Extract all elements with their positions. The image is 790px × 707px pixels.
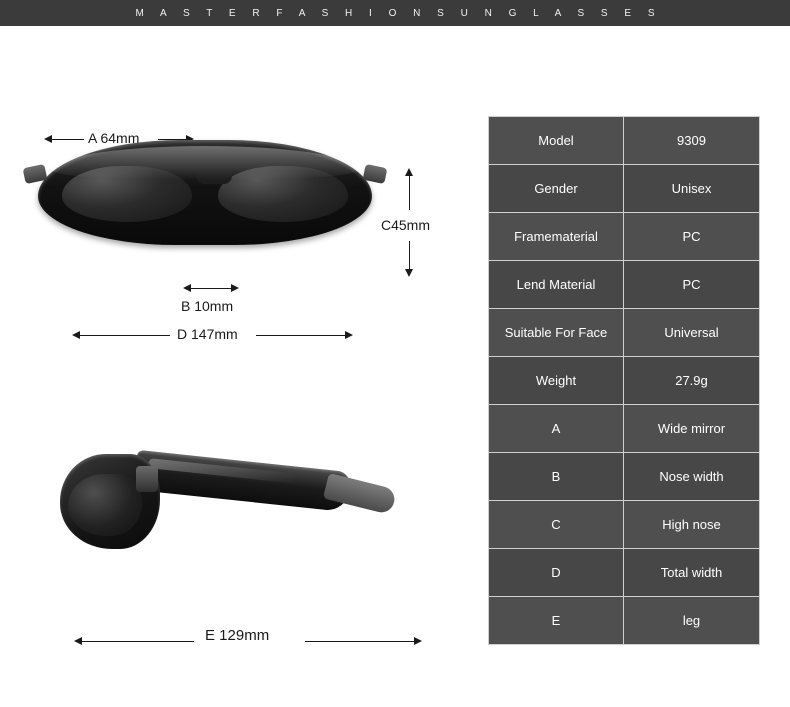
spec-key: B	[489, 453, 624, 500]
front-view-lens-right	[218, 166, 348, 222]
spec-value: 27.9g	[624, 357, 759, 404]
sunglasses-side-view	[40, 426, 400, 566]
dimension-e-line-right	[305, 641, 415, 642]
dimension-c-label: C45mm	[381, 217, 431, 233]
dimension-d-line-left	[80, 335, 170, 336]
spec-value: Total width	[624, 549, 759, 596]
spec-value: Wide mirror	[624, 405, 759, 452]
table-row: Suitable For Face Universal	[489, 309, 759, 357]
table-row: D Total width	[489, 549, 759, 597]
spec-key: Model	[489, 117, 624, 164]
dimension-c-arrow-down	[405, 269, 413, 277]
dimension-d-label: D 147mm	[177, 326, 238, 342]
table-row: Gender Unisex	[489, 165, 759, 213]
spec-key: Lend Material	[489, 261, 624, 308]
side-view-hinge	[136, 466, 158, 492]
table-row: C High nose	[489, 501, 759, 549]
sunglasses-front-view	[22, 136, 388, 256]
spec-key: D	[489, 549, 624, 596]
dimension-b-arrow-left	[183, 284, 191, 292]
dimension-b-line	[190, 288, 232, 289]
dimension-e-line-left	[82, 641, 194, 642]
spec-value: Unisex	[624, 165, 759, 212]
spec-value: 9309	[624, 117, 759, 164]
spec-value: Universal	[624, 309, 759, 356]
table-row: B Nose width	[489, 453, 759, 501]
front-view-bridge	[196, 170, 232, 184]
product-illustration-pane: A 64mm C45mm B 10mm D 147mm E 129mm	[0, 26, 470, 681]
banner-title: M A S T E R F A S H I O N S U N G L A S …	[135, 7, 662, 19]
dimension-e-label: E 129mm	[205, 627, 270, 644]
dimension-e-arrow-left	[74, 637, 82, 645]
dimension-c-arrow-up	[405, 168, 413, 176]
side-view-lens	[68, 474, 142, 536]
spec-key: Suitable For Face	[489, 309, 624, 356]
spec-value: High nose	[624, 501, 759, 548]
bottom-spacer	[0, 681, 790, 707]
table-row: Model 9309	[489, 117, 759, 165]
table-row: Weight 27.9g	[489, 357, 759, 405]
side-view-temple-arm	[133, 449, 352, 513]
top-banner: M A S T E R F A S H I O N S U N G L A S …	[0, 0, 790, 26]
spec-key: C	[489, 501, 624, 548]
dimension-c-line-top	[409, 174, 410, 210]
table-row: Framematerial PC	[489, 213, 759, 261]
spec-value: PC	[624, 213, 759, 260]
dimension-d-arrow-right	[345, 331, 353, 339]
spec-value: PC	[624, 261, 759, 308]
spec-value: leg	[624, 597, 759, 644]
spec-key: Framematerial	[489, 213, 624, 260]
dimension-c-line-bottom	[409, 241, 410, 271]
dimension-b-arrow-right	[231, 284, 239, 292]
specification-table: Model 9309 Gender Unisex Framematerial P…	[488, 116, 760, 645]
dimension-d-arrow-left	[72, 331, 80, 339]
dimension-d-line-right	[256, 335, 346, 336]
spec-key: A	[489, 405, 624, 452]
spec-value: Nose width	[624, 453, 759, 500]
table-row: E leg	[489, 597, 759, 644]
front-view-lens-left	[62, 166, 192, 222]
spec-key: Weight	[489, 357, 624, 404]
dimension-e-arrow-right	[414, 637, 422, 645]
table-row: A Wide mirror	[489, 405, 759, 453]
front-view-frame	[38, 140, 372, 245]
spec-key: Gender	[489, 165, 624, 212]
spec-key: E	[489, 597, 624, 644]
dimension-b-label: B 10mm	[181, 298, 234, 314]
table-row: Lend Material PC	[489, 261, 759, 309]
